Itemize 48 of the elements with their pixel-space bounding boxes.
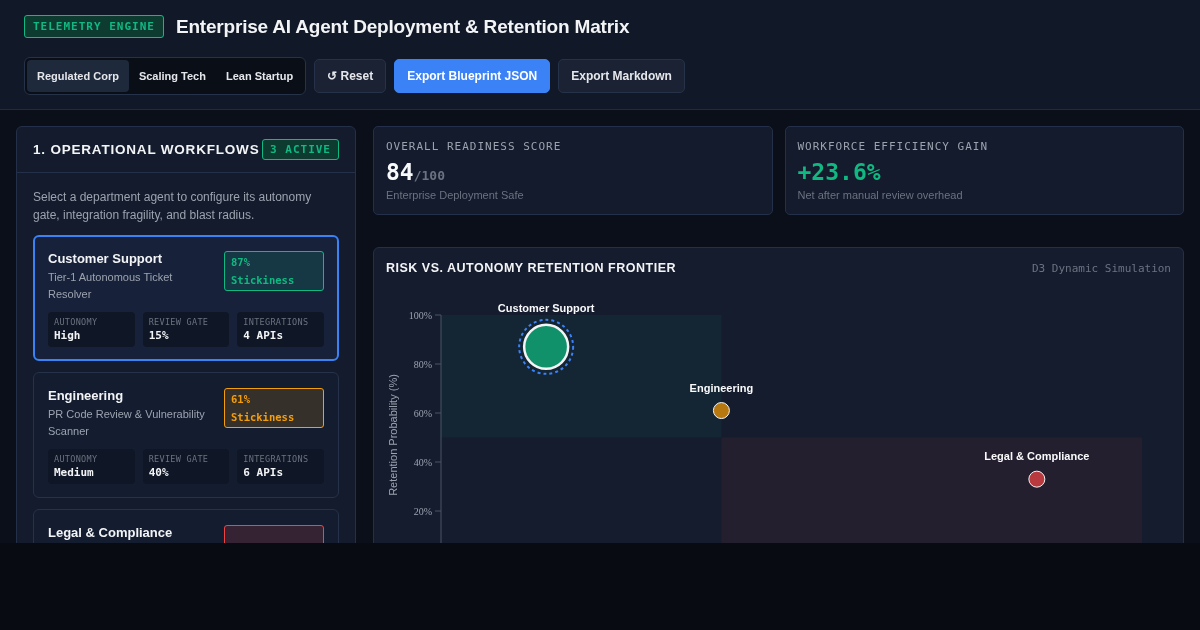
panel-description: Select a department agent to configure its autonomy gate, integration fragility, and blast radius. — [33, 189, 313, 224]
chart-title: RISK VS. AUTONOMY RETENTION FRONTIER — [386, 261, 676, 275]
active-count: 3 ACTIVE — [262, 139, 339, 160]
workflow-card[interactable]: Customer Support Tier-1 Autonomous Ticket Resolver 87% Stickiness AUTONOMY High REVIEW GATE 15% INTEGRATIONS 4 APIs — [33, 235, 339, 361]
data-point[interactable] — [712, 402, 730, 420]
tick-label: 80% — [413, 358, 432, 370]
data-point[interactable] — [1028, 470, 1046, 488]
data-point[interactable] — [522, 323, 570, 371]
metric-tile: REVIEW GATE 40% — [142, 449, 230, 484]
workflow-card[interactable]: Legal & Compliance — [33, 509, 339, 543]
action-button[interactable]: ↺ Reset — [314, 59, 387, 93]
workflow-card[interactable]: Engineering PR Code Review & Vulnerability Scanner 61% Stickiness AUTONOMY Medium REVIEW GATE 40% INTEGRATIONS 6 APIs — [33, 372, 339, 498]
tick-label: 100% — [408, 309, 432, 321]
card-title: Legal & Compliance — [48, 525, 173, 540]
card-title: Engineering — [48, 388, 125, 403]
action-button[interactable]: Export Markdown — [558, 59, 685, 93]
page-title: Enterprise AI Agent Deployment & Retention Matrix — [175, 15, 630, 38]
tick-label: 40% — [413, 456, 432, 468]
axis-title: Retention Probability (%) — [387, 374, 399, 496]
export-button[interactable]: Export Blueprint JSON — [394, 59, 551, 93]
metric-tile: AUTONOMY Medium — [48, 449, 135, 484]
stat-note: Net after manual review overhead — [797, 189, 964, 201]
metric-tile: INTEGRATIONS 6 APIs — [237, 449, 324, 484]
stat-value: 84/100 — [386, 159, 446, 185]
stickiness-badge: 61% Stickiness — [224, 388, 324, 428]
tick-label: 20% — [413, 505, 432, 517]
preset-tab[interactable]: Scaling Tech — [128, 60, 216, 92]
stickiness-badge: 87% Stickiness — [224, 251, 324, 291]
panel-title: 1. OPERATIONAL WORKFLOWS — [33, 142, 260, 157]
preset-tab[interactable]: Regulated Corp — [27, 60, 129, 92]
metric-tile: INTEGRATIONS 4 APIs — [237, 312, 324, 347]
chart-tag: D3 Dynamic Simulation — [1031, 261, 1171, 275]
card-subtitle: Tier-1 Autonomous Ticket Resolver — [48, 270, 174, 302]
point-label: Customer Support — [497, 301, 595, 314]
stat-note: Enterprise Deployment Safe — [386, 189, 525, 201]
card-title: Customer Support — [48, 251, 164, 266]
metric-tile: AUTONOMY High — [48, 312, 135, 347]
preset-tab[interactable]: Lean Startup — [215, 60, 304, 92]
metric-tile: REVIEW GATE 15% — [142, 312, 230, 347]
stat-label: WORKFORCE EFFICIENCY GAIN — [797, 140, 990, 153]
stat-value: +23.6% — [797, 159, 882, 185]
point-label: Engineering — [689, 381, 754, 394]
tick-label: 60% — [413, 407, 432, 419]
point-label: Legal & Compliance — [984, 450, 1090, 463]
selection-ring — [518, 318, 575, 375]
engine-badge: TELEMETRY ENGINE — [24, 15, 164, 38]
card-subtitle: PR Code Review & Vulnerability Scanner — [48, 407, 206, 439]
stat-label: OVERALL READINESS SCORE — [386, 140, 563, 153]
